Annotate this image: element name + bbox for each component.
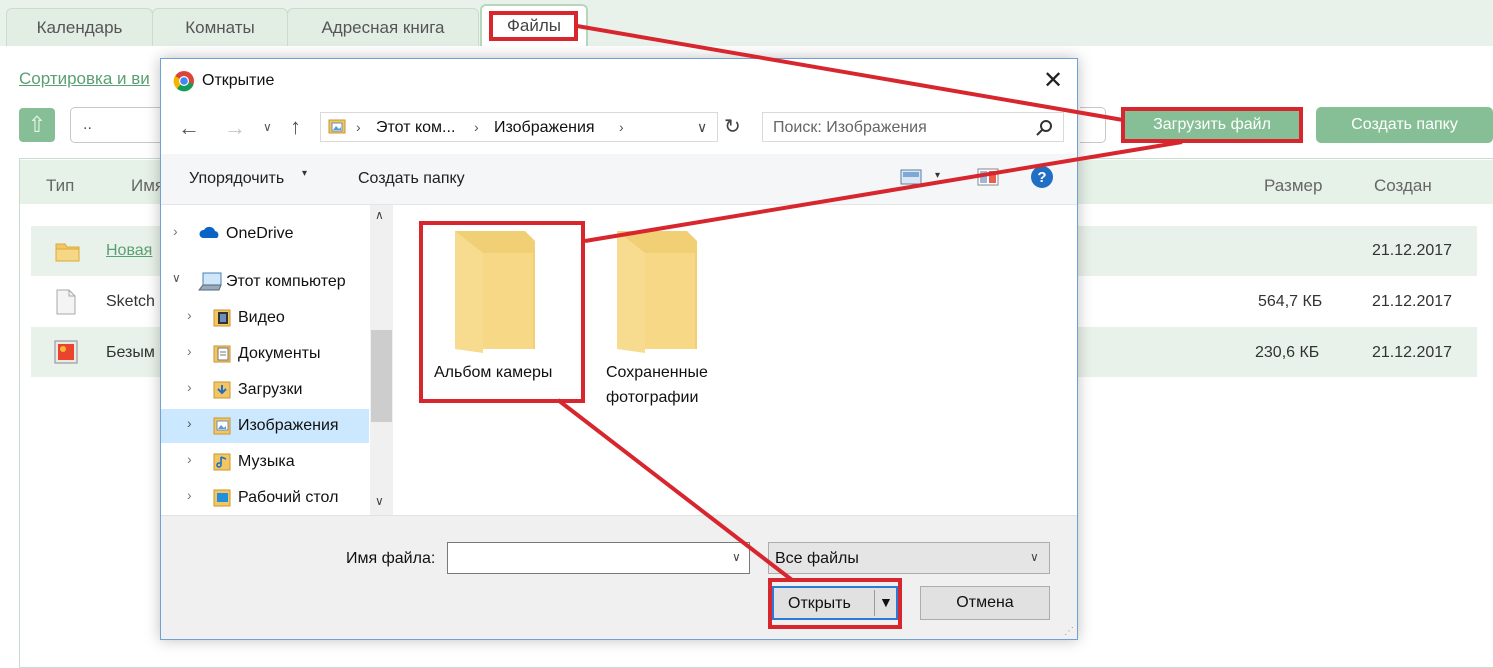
view-options-icon[interactable] bbox=[900, 169, 922, 185]
refresh-icon[interactable]: ↻ bbox=[724, 114, 741, 139]
nav-label: Изображения bbox=[238, 417, 339, 434]
nav-label: Видео bbox=[238, 309, 285, 326]
breadcrumb-separator-icon: › bbox=[356, 119, 361, 135]
desktop-folder-icon bbox=[213, 489, 231, 507]
file-name[interactable]: Безым bbox=[106, 344, 155, 362]
sort-view-link[interactable]: Сортировка и ви bbox=[19, 69, 150, 89]
annotation-camera-folder bbox=[419, 221, 585, 403]
organize-dropdown-icon[interactable]: ▾ bbox=[302, 168, 307, 179]
tab-calendar[interactable]: Календарь bbox=[6, 8, 153, 46]
breadcrumb-separator-icon: › bbox=[474, 119, 479, 135]
onedrive-icon bbox=[199, 226, 219, 238]
cancel-button[interactable]: Отмена bbox=[920, 586, 1050, 620]
path-input[interactable]: .. bbox=[70, 107, 170, 143]
nav-item-video[interactable]: › Видео bbox=[161, 301, 369, 335]
pictures-folder-icon bbox=[213, 417, 231, 435]
nav-label: Рабочий стол bbox=[238, 489, 339, 506]
up-folder-button[interactable]: ⇧ bbox=[19, 108, 55, 142]
nav-label: Документы bbox=[238, 345, 321, 362]
forward-arrow-icon[interactable]: → bbox=[224, 115, 246, 141]
close-icon[interactable]: ✕ bbox=[1041, 69, 1065, 94]
expand-chevron-icon[interactable]: › bbox=[187, 487, 192, 503]
breadcrumb-this-pc[interactable]: Этот ком... bbox=[376, 119, 455, 137]
annotation-files-tab bbox=[489, 11, 578, 41]
expand-chevron-icon[interactable]: › bbox=[187, 379, 192, 395]
folder-icon bbox=[617, 231, 697, 353]
dialog-footer bbox=[161, 515, 1077, 639]
nav-item-downloads[interactable]: › Загрузки bbox=[161, 373, 369, 407]
music-folder-icon bbox=[213, 453, 231, 471]
folder-item-saved-pictures[interactable]: Сохраненные фотографии bbox=[600, 224, 730, 414]
nav-item-onedrive[interactable]: › OneDrive bbox=[161, 217, 369, 251]
column-created[interactable]: Создан bbox=[1374, 176, 1432, 196]
document-icon bbox=[56, 289, 76, 315]
new-folder-button[interactable]: Создать папку bbox=[358, 170, 465, 188]
filename-dropdown-icon[interactable]: ∨ bbox=[732, 550, 741, 564]
recent-locations-chevron-icon[interactable]: ∨ bbox=[263, 120, 272, 134]
nav-item-this-pc[interactable]: ∨ Этот компьютер bbox=[161, 265, 369, 299]
help-icon[interactable]: ? bbox=[1031, 166, 1053, 188]
view-dropdown-icon[interactable]: ▾ bbox=[935, 170, 940, 181]
nav-label: Музыка bbox=[238, 453, 295, 470]
scrollbar-thumb[interactable] bbox=[371, 330, 392, 422]
folder-icon bbox=[55, 243, 80, 262]
nav-item-documents[interactable]: › Документы bbox=[161, 337, 369, 371]
nav-label: Этот компьютер bbox=[226, 273, 346, 290]
file-type-dropdown-icon[interactable]: ∨ bbox=[1030, 550, 1039, 564]
file-size: 564,7 КБ bbox=[1258, 293, 1323, 310]
resize-grip-icon[interactable]: ⋰ bbox=[1064, 626, 1074, 637]
documents-folder-icon bbox=[213, 345, 231, 363]
collapse-chevron-icon[interactable]: ∨ bbox=[172, 271, 181, 285]
video-folder-icon bbox=[213, 309, 231, 327]
folder-label: Сохраненные фотографии bbox=[606, 364, 708, 406]
chrome-icon bbox=[173, 71, 194, 92]
column-type[interactable]: Тип bbox=[46, 176, 74, 196]
preview-pane-icon[interactable] bbox=[977, 168, 999, 186]
nav-item-pictures[interactable]: › Изображения bbox=[161, 409, 369, 443]
annotation-upload-button bbox=[1121, 107, 1303, 143]
search-placeholder: Поиск: Изображения bbox=[773, 119, 927, 136]
nav-item-desktop[interactable]: › Рабочий стол bbox=[161, 481, 369, 515]
column-size[interactable]: Размер bbox=[1264, 176, 1322, 196]
file-type-value: Все файлы bbox=[775, 550, 859, 567]
downloads-folder-icon bbox=[213, 381, 231, 399]
created-date: 21.12.2017 bbox=[1372, 293, 1453, 310]
scroll-up-icon[interactable]: ∧ bbox=[375, 208, 384, 222]
expand-chevron-icon[interactable]: › bbox=[187, 415, 192, 431]
expand-chevron-icon[interactable]: › bbox=[187, 307, 192, 323]
dialog-title: Открытие bbox=[202, 72, 275, 89]
arrow-up-icon: ⇧ bbox=[27, 112, 47, 137]
filename-label: Имя файла: bbox=[346, 550, 436, 567]
expand-chevron-icon[interactable]: › bbox=[187, 451, 192, 467]
tab-rooms[interactable]: Комнаты bbox=[152, 8, 288, 46]
filename-input[interactable] bbox=[447, 542, 750, 574]
back-arrow-icon[interactable]: ← bbox=[178, 115, 200, 141]
tab-address-book[interactable]: Адресная книга bbox=[287, 8, 479, 46]
pictures-location-icon bbox=[328, 119, 346, 134]
search-icon[interactable] bbox=[1035, 119, 1053, 137]
nav-label: OneDrive bbox=[226, 225, 294, 242]
navigation-pane: › OneDrive ∨ Этот компьютер › Видео › До… bbox=[161, 205, 393, 515]
expand-chevron-icon[interactable]: › bbox=[173, 223, 178, 239]
created-date: 21.12.2017 bbox=[1372, 344, 1453, 361]
create-folder-button[interactable]: Создать папку bbox=[1316, 107, 1493, 143]
created-date: 21.12.2017 bbox=[1372, 242, 1453, 259]
expand-chevron-icon[interactable]: › bbox=[187, 343, 192, 359]
breadcrumb-separator-icon: › bbox=[619, 119, 624, 135]
breadcrumb-pictures[interactable]: Изображения bbox=[494, 119, 595, 137]
path-input-end bbox=[1080, 107, 1106, 143]
nav-label: Загрузки bbox=[238, 381, 303, 398]
scroll-down-icon[interactable]: ∨ bbox=[375, 494, 384, 508]
organize-menu[interactable]: Упорядочить bbox=[189, 170, 284, 188]
file-name-link[interactable]: Новая bbox=[106, 242, 152, 260]
computer-icon bbox=[197, 272, 222, 291]
file-size: 230,6 КБ bbox=[1255, 344, 1320, 361]
address-dropdown-icon[interactable]: ∨ bbox=[697, 119, 707, 136]
nav-item-music[interactable]: › Музыка bbox=[161, 445, 369, 479]
annotation-open-button bbox=[768, 578, 902, 629]
file-name[interactable]: Sketch bbox=[106, 293, 155, 311]
image-icon bbox=[54, 340, 78, 364]
up-arrow-icon[interactable]: ↑ bbox=[290, 114, 301, 140]
